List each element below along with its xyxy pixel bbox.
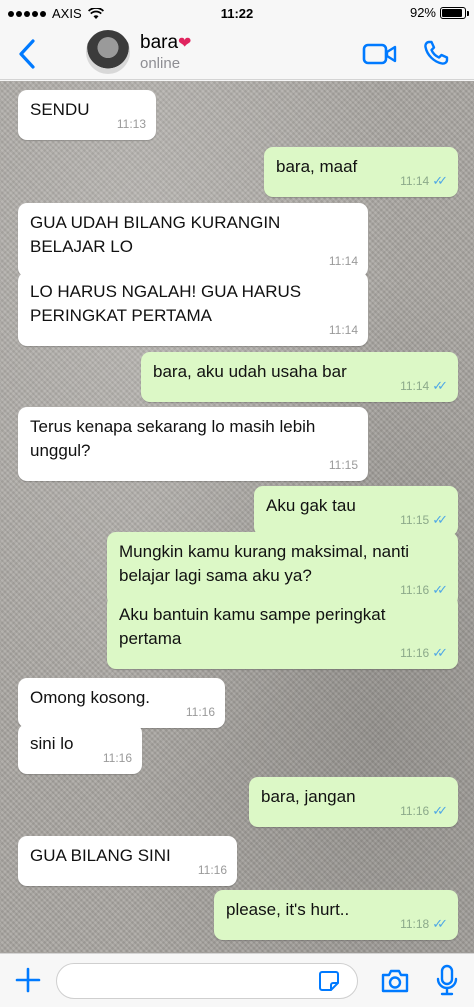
message-meta: 11:16 ✓✓ — [400, 799, 448, 823]
incoming-message-bubble[interactable]: Omong kosong. 11:16 — [18, 678, 225, 728]
plus-icon[interactable] — [14, 966, 42, 994]
read-receipt-icon: ✓✓ — [432, 916, 448, 931]
message-text: pertama — [119, 629, 182, 648]
status-bar: AXIS 11:22 92% — [0, 0, 474, 28]
message-time: 11:14 — [328, 323, 358, 337]
message-input-bar — [0, 953, 474, 1007]
message-time: 11:14 — [400, 174, 430, 188]
contact-name-text: bara — [140, 32, 179, 53]
message-time: 11:15 — [328, 458, 358, 472]
message-time: 11:16 — [400, 804, 430, 818]
incoming-message-bubble[interactable]: LO HARUS NGALAH! GUA HARUS PERINGKAT PERT… — [18, 272, 368, 346]
message-time: 11:14 — [328, 254, 358, 268]
message-meta: 11:16 — [186, 700, 215, 724]
read-receipt-icon: ✓✓ — [432, 645, 448, 660]
incoming-message-bubble[interactable]: GUA UDAH BILANG KURANGIN BELAJAR LO 11:14 — [18, 203, 368, 277]
outgoing-message-bubble[interactable]: bara, maaf 11:14 ✓✓ — [264, 147, 458, 197]
message-text: Aku bantuin kamu sampe peringkat — [119, 605, 386, 624]
battery-icon — [440, 6, 469, 19]
incoming-message-bubble[interactable]: sini lo 11:16 — [18, 724, 142, 774]
message-time: 11:14 — [400, 379, 430, 393]
sticker-icon[interactable] — [318, 970, 340, 992]
phone-icon[interactable] — [422, 39, 450, 67]
outgoing-message-bubble[interactable]: Aku bantuin kamu sampe peringkat pertama 1… — [107, 595, 458, 669]
message-time: 11:16 — [400, 646, 430, 660]
message-time: 11:15 — [400, 513, 430, 527]
message-input[interactable] — [56, 963, 358, 999]
read-receipt-icon: ✓✓ — [432, 512, 448, 527]
clock: 11:22 — [220, 6, 254, 21]
chat-area[interactable]: SENDU 11:13 bara, maaf 11:14 ✓✓ GUA UDAH BILA… — [0, 81, 474, 953]
outgoing-message-bubble[interactable]: Aku gak tau 11:15 ✓✓ — [254, 486, 458, 536]
message-text: GUA UDAH BILANG KURANGIN — [30, 213, 281, 232]
video-call-icon[interactable] — [362, 42, 398, 66]
message-time: 11:16 — [197, 863, 227, 877]
message-time: 11:16 — [185, 705, 215, 719]
battery-group: 92% — [409, 5, 469, 20]
microphone-icon[interactable] — [436, 964, 458, 996]
incoming-message-bubble[interactable]: Terus kenapa sekarang lo masih lebih ungg… — [18, 407, 368, 481]
message-time: 11:13 — [116, 117, 146, 131]
message-meta: 11:16 — [103, 746, 132, 770]
contact-name[interactable]: bara❤ — [140, 32, 191, 54]
message-time: 11:16 — [102, 751, 132, 765]
read-receipt-icon: ✓✓ — [432, 803, 448, 818]
message-meta: 11:18 ✓✓ — [400, 912, 448, 936]
contact-status: online — [140, 55, 181, 72]
message-text: belajar lagi sama aku ya? — [119, 566, 312, 585]
message-text: GUA BILANG SINI — [30, 846, 171, 865]
incoming-message-bubble[interactable]: SENDU 11:13 — [18, 90, 156, 140]
outgoing-message-bubble[interactable]: bara, aku udah usaha bar 11:14 ✓✓ — [141, 352, 458, 402]
battery-percent: 92% — [409, 5, 436, 20]
message-text: Mungkin kamu kurang maksimal, nanti — [119, 542, 410, 561]
message-meta: 11:14 — [329, 249, 358, 273]
message-meta: 11:15 — [329, 453, 358, 477]
message-text: Terus kenapa sekarang lo masih lebih — [30, 417, 316, 436]
back-chevron-icon[interactable] — [14, 38, 42, 70]
message-meta: 11:16 — [198, 858, 227, 882]
message-text: LO HARUS NGALAH! GUA HARUS — [30, 282, 302, 301]
read-receipt-icon: ✓✓ — [432, 378, 448, 393]
incoming-message-bubble[interactable]: GUA BILANG SINI 11:16 — [18, 836, 237, 886]
message-text: PERINGKAT PERTAMA — [30, 306, 213, 325]
message-text: unggul? — [30, 441, 91, 460]
message-meta: 11:16 ✓✓ — [400, 641, 448, 665]
message-meta: 11:14 ✓✓ — [400, 374, 448, 398]
message-meta: 11:13 — [117, 112, 146, 136]
avatar[interactable] — [86, 30, 130, 74]
outgoing-message-bubble[interactable]: please, it's hurt.. 11:18 ✓✓ — [214, 890, 458, 940]
outgoing-message-bubble[interactable]: bara, jangan 11:16 ✓✓ — [249, 777, 458, 827]
message-text: BELAJAR LO — [30, 237, 133, 256]
read-receipt-icon: ✓✓ — [432, 173, 448, 188]
camera-icon[interactable] — [380, 968, 410, 994]
message-meta: 11:15 ✓✓ — [400, 508, 448, 532]
heart-emoji: ❤ — [178, 35, 192, 52]
message-meta: 11:14 — [329, 318, 358, 342]
message-time: 11:18 — [400, 917, 430, 931]
message-meta: 11:14 ✓✓ — [400, 169, 448, 193]
chat-header: bara❤ online — [0, 28, 474, 80]
